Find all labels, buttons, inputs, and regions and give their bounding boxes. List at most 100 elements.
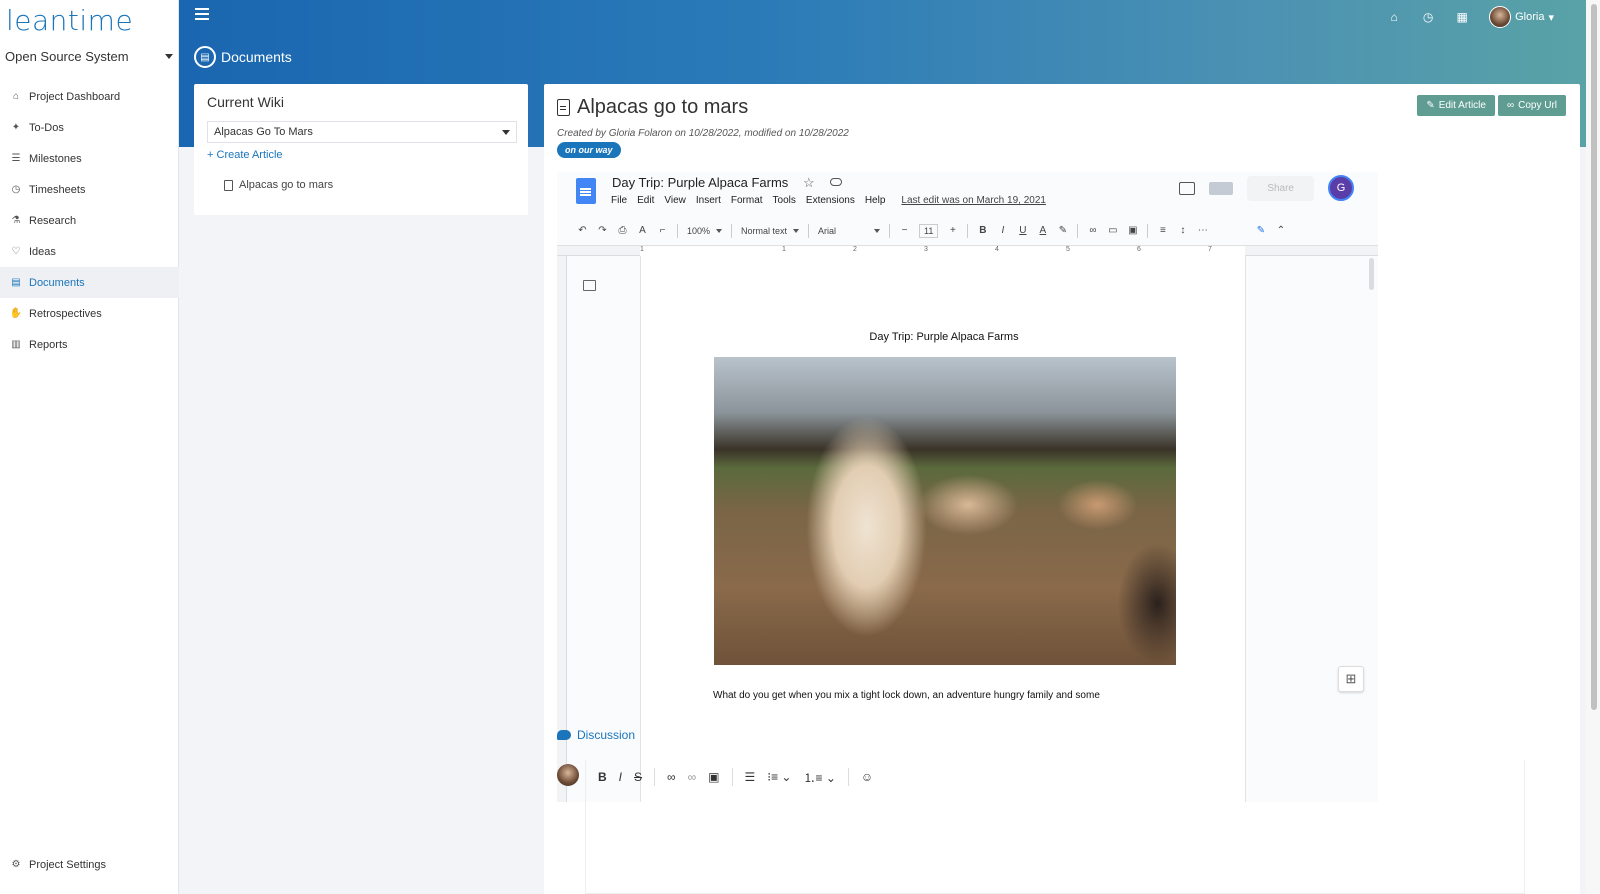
ruler-mark: 1 <box>640 246 644 253</box>
embedded-google-doc[interactable]: Day Trip: Purple Alpaca Farms ☆ File Edi… <box>557 172 1378 802</box>
menu-toggle-icon[interactable] <box>195 8 209 23</box>
insert-image-icon[interactable]: ▣ <box>1127 225 1138 236</box>
menu-view[interactable]: View <box>664 195 686 206</box>
edit-icon: ✎ <box>1426 100 1435 111</box>
sidebar-item-label: Research <box>29 214 77 227</box>
article-panel: Alpacas go to mars Created by Gloria Fol… <box>544 84 1580 894</box>
insert-image-icon[interactable]: ▣ <box>708 770 719 784</box>
numbered-list-icon[interactable]: ⒈≡ ⌄ <box>803 769 835 786</box>
add-comment-icon[interactable]: ▭ <box>1107 225 1118 236</box>
toolbar-divider <box>731 768 733 786</box>
calendar-icon[interactable]: ▦ <box>1455 10 1469 24</box>
article-list-item-label: Alpacas go to mars <box>239 179 334 191</box>
document-icon <box>557 99 570 116</box>
gdoc-header: Day Trip: Purple Alpaca Farms ☆ File Edi… <box>557 172 1378 216</box>
top-nav-icons: ⌂ ◷ ▦ Gloria ▾ <box>1387 6 1554 28</box>
print-icon[interactable]: ⎙ <box>617 225 628 236</box>
user-name: Gloria <box>1515 11 1545 23</box>
article-list-item[interactable]: Alpacas go to mars <box>224 179 333 191</box>
editing-mode-icon[interactable]: ✎ <box>1255 225 1266 236</box>
project-selector[interactable]: Open Source System <box>5 49 173 64</box>
toolbar-divider <box>677 223 678 238</box>
toolbar-divider <box>731 223 733 238</box>
chevron-up-icon[interactable]: ⌃ <box>1275 225 1286 236</box>
link-icon[interactable]: ∞ <box>667 770 676 784</box>
undo-icon[interactable]: ↶ <box>577 225 588 236</box>
underline-icon[interactable]: U <box>1017 225 1028 236</box>
cloud-status-icon[interactable] <box>830 178 842 186</box>
font-size-input[interactable]: 11 <box>919 223 939 238</box>
increase-font-size-icon[interactable]: + <box>947 225 958 236</box>
comment-editor[interactable]: B I S ∞ ∞ ▣ ☰ ⁝≡ ⌄ ⒈≡ ⌄ ☺ <box>585 760 1525 894</box>
sidebar-item-project-settings[interactable]: ⚙ Project Settings <box>0 849 179 880</box>
add-comment-button[interactable]: ⊞ <box>1338 666 1364 692</box>
clock-icon[interactable]: ◷ <box>1421 10 1435 24</box>
menu-extensions[interactable]: Extensions <box>806 195 855 206</box>
zoom-select[interactable]: 100% <box>687 226 722 236</box>
sidebar-item-project-dashboard[interactable]: ⌂ Project Dashboard <box>0 81 179 112</box>
sidebar-item-research[interactable]: ⚗ Research <box>0 205 179 236</box>
highlight-icon[interactable]: ✎ <box>1057 225 1068 236</box>
avatar[interactable]: G <box>1328 175 1354 201</box>
sidebar-item-retrospectives[interactable]: ✋ Retrospectives <box>0 298 179 329</box>
last-edit-link[interactable]: Last edit was on March 19, 2021 <box>901 195 1046 206</box>
google-docs-icon[interactable] <box>576 178 596 204</box>
page-scrollbar-thumb[interactable] <box>1591 4 1597 710</box>
menu-edit[interactable]: Edit <box>637 195 654 206</box>
decrease-font-size-icon[interactable]: − <box>899 225 910 236</box>
italic-icon[interactable]: I <box>997 225 1008 236</box>
sidebar-item-todos[interactable]: ✦ To-Dos <box>0 112 179 143</box>
editor-toolbar: B I S ∞ ∞ ▣ ☰ ⁝≡ ⌄ ⒈≡ ⌄ ☺ <box>598 765 873 789</box>
more-options-icon[interactable]: ⋯ <box>1197 225 1208 236</box>
page-scrollbar[interactable] <box>1586 0 1600 894</box>
hand-icon: ✋ <box>9 308 23 319</box>
menu-file[interactable]: File <box>611 195 627 206</box>
bold-icon[interactable]: B <box>977 225 988 236</box>
gdoc-toolbar: ↶ ↷ ⎙ A ⌐ 100% Normal text Arial − 11 + … <box>557 216 1378 246</box>
status-badge[interactable]: on our way <box>557 142 621 158</box>
gdoc-scrollbar[interactable] <box>1369 258 1374 290</box>
paint-format-icon[interactable]: ⌐ <box>657 225 668 236</box>
text-color-icon[interactable]: A <box>1037 225 1048 236</box>
copy-url-button[interactable]: ∞ Copy Url <box>1497 95 1566 116</box>
style-select[interactable]: Normal text <box>741 226 799 236</box>
unlink-icon[interactable]: ∞ <box>688 770 697 784</box>
font-select[interactable]: Arial <box>818 226 880 236</box>
italic-icon[interactable]: I <box>619 770 622 784</box>
strikethrough-icon[interactable]: S <box>634 770 642 784</box>
gdoc-page[interactable]: Day Trip: Purple Alpaca Farms What do yo… <box>640 256 1246 802</box>
sidebar-item-ideas[interactable]: ♡ Ideas <box>0 236 179 267</box>
sidebar-item-timesheets[interactable]: ◷ Timesheets <box>0 174 179 205</box>
checklist-icon[interactable]: ☰ <box>745 770 756 784</box>
sidebar-item-reports[interactable]: ▥ Reports <box>0 329 179 360</box>
bullet-list-icon[interactable]: ⁝≡ ⌄ <box>767 770 791 784</box>
user-menu[interactable]: Gloria ▾ <box>1489 6 1554 28</box>
document-outline-icon[interactable] <box>583 280 596 291</box>
emoji-icon[interactable]: ☺ <box>861 770 873 784</box>
create-article-link[interactable]: + Create Article <box>207 149 283 161</box>
comment-history-icon[interactable] <box>1179 181 1196 195</box>
app-logo[interactable]: leantime <box>6 4 133 37</box>
wiki-select[interactable]: Alpacas Go To Mars <box>207 121 517 143</box>
sidebar-item-documents[interactable]: ▤ Documents <box>0 267 179 298</box>
sidebar-item-label: To-Dos <box>29 121 64 134</box>
gdoc-title[interactable]: Day Trip: Purple Alpaca Farms <box>612 175 788 190</box>
wiki-select-value: Alpacas Go To Mars <box>214 126 313 138</box>
spellcheck-icon[interactable]: A <box>637 225 648 236</box>
menu-help[interactable]: Help <box>865 195 886 206</box>
menu-tools[interactable]: Tools <box>773 195 796 206</box>
link-icon[interactable]: ∞ <box>1087 225 1098 236</box>
menu-insert[interactable]: Insert <box>696 195 721 206</box>
home-icon[interactable]: ⌂ <box>1387 10 1401 24</box>
edit-article-button[interactable]: ✎ Edit Article <box>1417 95 1495 116</box>
share-button[interactable]: Share <box>1247 175 1314 201</box>
line-spacing-icon[interactable]: ↕ <box>1177 225 1188 236</box>
redo-icon[interactable]: ↷ <box>597 225 608 236</box>
video-call-icon[interactable] <box>1209 181 1234 195</box>
star-icon[interactable]: ☆ <box>803 175 815 191</box>
sidebar-item-milestones[interactable]: ☰ Milestones <box>0 143 179 174</box>
align-icon[interactable]: ≡ <box>1157 225 1168 236</box>
bold-icon[interactable]: B <box>598 770 607 784</box>
menu-format[interactable]: Format <box>731 195 763 206</box>
home-icon: ⌂ <box>12 91 20 102</box>
